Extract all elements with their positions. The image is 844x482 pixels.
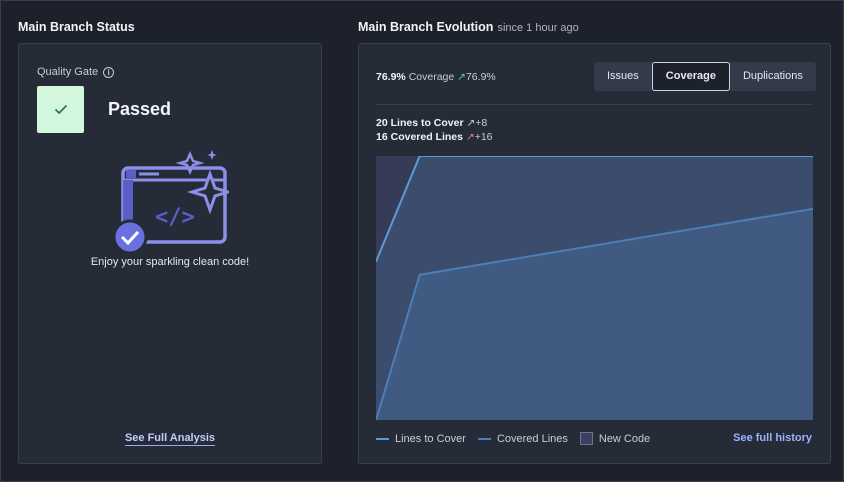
clean-code-illustration: </> <box>112 150 229 253</box>
legend-new-code: New Code <box>579 432 651 445</box>
evolution-panel: 76.9% Coverage ↗76.9% Issues Coverage Du… <box>358 43 831 464</box>
trend-up-icon: ↗ <box>466 117 476 129</box>
lines-to-cover-label: Lines to Cover <box>390 117 464 129</box>
chart-legend: Lines to Cover Covered Lines New Code <box>376 432 662 445</box>
legend-new-code-label: New Code <box>598 432 651 445</box>
see-full-history-link[interactable]: See full history <box>733 432 812 444</box>
trend-up-icon: ↗ <box>457 71 466 83</box>
status-section-title: Main Branch Status <box>18 20 135 34</box>
coverage-summary: 76.9% Coverage ↗76.9% <box>376 71 496 83</box>
coverage-chart <box>376 156 813 420</box>
divider <box>376 104 813 105</box>
covered-lines-label: Covered Lines <box>390 131 463 143</box>
quality-gate-label: Quality Gate i <box>37 66 115 78</box>
quality-gate-panel: Quality Gate i Passed </> Enjoy your spa… <box>18 43 322 464</box>
quality-gate-label-text: Quality Gate <box>37 66 99 78</box>
legend-lines-to-cover-label: Lines to Cover <box>395 432 466 445</box>
legend-square-swatch <box>579 432 593 445</box>
clean-code-message: Enjoy your sparkling clean code! <box>90 256 250 268</box>
covered-lines-value: 16 <box>376 131 388 143</box>
lines-to-cover-metric: 20 Lines to Cover ↗+8 <box>376 117 487 129</box>
tab-coverage[interactable]: Coverage <box>651 62 730 91</box>
see-full-analysis-link-container: See Full Analysis <box>19 432 321 446</box>
status-title-text: Main Branch Status <box>18 20 135 34</box>
see-full-analysis-link[interactable]: See Full Analysis <box>124 432 216 446</box>
quality-gate-status: Passed <box>108 99 172 119</box>
tab-duplications[interactable]: Duplications <box>730 62 816 91</box>
covered-lines-delta: +16 <box>474 131 493 143</box>
legend-line-swatch <box>477 437 491 440</box>
legend-lines-to-cover: Lines to Cover <box>376 433 466 445</box>
legend-covered-lines: Covered Lines <box>477 432 568 445</box>
covered-lines-metric: 16 Covered Lines ↗+16 <box>376 131 493 143</box>
svg-text:</>: </> <box>155 205 195 230</box>
lines-to-cover-value: 20 <box>376 117 388 129</box>
legend-covered-lines-label: Covered Lines <box>496 432 568 445</box>
coverage-delta: 76.9% <box>465 71 496 83</box>
tab-issues[interactable]: Issues <box>594 62 652 91</box>
quality-gate-badge <box>37 86 84 133</box>
info-icon[interactable]: i <box>103 66 115 78</box>
check-icon <box>54 104 67 115</box>
legend-line-swatch <box>376 437 389 440</box>
coverage-value: 76.9% <box>376 71 406 83</box>
coverage-label: Coverage <box>408 71 455 83</box>
evolution-section-title: Main Branch Evolution since 1 hour ago <box>358 20 579 34</box>
lines-to-cover-delta: +8 <box>475 117 488 129</box>
evolution-subtitle: since 1 hour ago <box>497 22 579 34</box>
trend-up-icon: ↗ <box>465 131 475 143</box>
evolution-title-text: Main Branch Evolution <box>358 20 494 34</box>
metric-tabs: Issues Coverage Duplications <box>594 62 816 91</box>
